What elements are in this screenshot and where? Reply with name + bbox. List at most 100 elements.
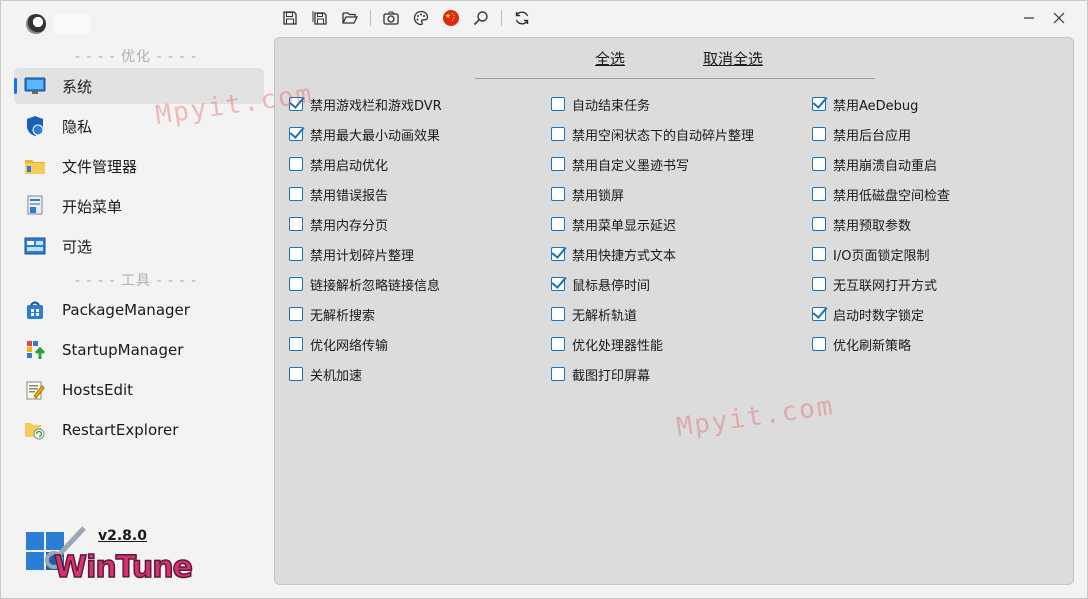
option-item[interactable]: 禁用崩溃自动重启 bbox=[812, 154, 937, 174]
option-checkbox[interactable] bbox=[289, 127, 303, 141]
option-item[interactable]: 禁用计划碎片整理 bbox=[289, 244, 414, 264]
restart-explorer-icon bbox=[24, 419, 46, 441]
option-checkbox[interactable] bbox=[551, 247, 565, 261]
screenshot-button[interactable] bbox=[379, 6, 403, 30]
option-item[interactable]: 链接解析忽略链接信息 bbox=[289, 274, 440, 294]
option-item[interactable]: 禁用内存分页 bbox=[289, 214, 388, 234]
option-label: 截图打印屏幕 bbox=[572, 368, 651, 384]
theme-button[interactable] bbox=[409, 6, 433, 30]
search-icon bbox=[473, 11, 488, 26]
option-checkbox[interactable] bbox=[289, 97, 303, 111]
close-button[interactable] bbox=[1044, 6, 1074, 30]
option-checkbox[interactable] bbox=[812, 277, 826, 291]
option-label: 无互联网打开方式 bbox=[833, 278, 938, 294]
option-checkbox[interactable] bbox=[812, 157, 826, 171]
option-item[interactable]: 禁用菜单显示延迟 bbox=[551, 214, 676, 234]
toolbar-separator bbox=[370, 10, 371, 26]
deselect-all-link[interactable]: 取消全选 bbox=[703, 48, 763, 69]
option-checkbox[interactable] bbox=[812, 127, 826, 141]
option-item[interactable]: 优化网络传输 bbox=[289, 334, 388, 354]
option-item[interactable]: 无解析轨道 bbox=[551, 304, 637, 324]
option-checkbox[interactable] bbox=[551, 307, 565, 321]
language-button[interactable] bbox=[439, 6, 463, 30]
camera-icon bbox=[383, 11, 399, 25]
option-checkbox[interactable] bbox=[551, 187, 565, 201]
option-label: 禁用最大最小动画效果 bbox=[310, 128, 441, 144]
search-button[interactable] bbox=[469, 6, 493, 30]
option-checkbox[interactable] bbox=[551, 367, 565, 381]
minimize-button[interactable] bbox=[1014, 6, 1044, 30]
sidebar-item-optional[interactable]: 可选 bbox=[14, 228, 264, 264]
option-item[interactable]: 禁用后台应用 bbox=[812, 124, 911, 144]
option-item[interactable]: 禁用AeDebug bbox=[812, 94, 918, 114]
select-all-link[interactable]: 全选 bbox=[595, 48, 625, 69]
option-item[interactable]: 优化处理器性能 bbox=[551, 334, 663, 354]
option-checkbox[interactable] bbox=[551, 157, 565, 171]
sidebar-item-system[interactable]: 系统 bbox=[14, 68, 264, 104]
option-checkbox[interactable] bbox=[289, 337, 303, 351]
option-item[interactable]: 截图打印屏幕 bbox=[551, 364, 650, 384]
option-label: 禁用菜单显示延迟 bbox=[572, 218, 677, 234]
option-label: 优化网络传输 bbox=[310, 338, 389, 354]
option-item[interactable]: 鼠标悬停时间 bbox=[551, 274, 650, 294]
option-label: 禁用自定义墨迹书写 bbox=[572, 158, 690, 174]
sidebar-item-privacy[interactable]: 隐私 bbox=[14, 108, 264, 144]
option-item[interactable]: 禁用最大最小动画效果 bbox=[289, 124, 440, 144]
package-icon bbox=[24, 299, 46, 321]
option-checkbox[interactable] bbox=[289, 367, 303, 381]
option-checkbox[interactable] bbox=[289, 157, 303, 171]
option-item[interactable]: 关机加速 bbox=[289, 364, 362, 384]
option-item[interactable]: 禁用低磁盘空间检查 bbox=[812, 184, 950, 204]
option-checkbox[interactable] bbox=[289, 277, 303, 291]
refresh-button[interactable] bbox=[510, 6, 534, 30]
option-checkbox[interactable] bbox=[812, 97, 826, 111]
option-item[interactable]: 无解析搜索 bbox=[289, 304, 375, 324]
option-label: 禁用快捷方式文本 bbox=[572, 248, 677, 264]
option-item[interactable]: 禁用预取参数 bbox=[812, 214, 911, 234]
panel-actions: 全选 取消全选 bbox=[275, 48, 1073, 68]
option-checkbox[interactable] bbox=[289, 187, 303, 201]
option-label: 鼠标悬停时间 bbox=[572, 278, 651, 294]
option-item[interactable]: 无互联网打开方式 bbox=[812, 274, 937, 294]
option-item[interactable]: 禁用空闲状态下的自动碎片整理 bbox=[551, 124, 754, 144]
open-folder-button[interactable] bbox=[338, 6, 362, 30]
option-item[interactable]: 启动时数字锁定 bbox=[812, 304, 924, 324]
option-item[interactable]: 禁用自定义墨迹书写 bbox=[551, 154, 689, 174]
option-checkbox[interactable] bbox=[812, 247, 826, 261]
sidebar-item-file-manager[interactable]: 文件管理器 bbox=[14, 148, 264, 184]
option-checkbox[interactable] bbox=[551, 277, 565, 291]
option-item[interactable]: 禁用游戏栏和游戏DVR bbox=[289, 94, 442, 114]
option-label: 无解析轨道 bbox=[572, 308, 638, 324]
option-item[interactable]: 自动结束任务 bbox=[551, 94, 650, 114]
option-item[interactable]: 禁用错误报告 bbox=[289, 184, 388, 204]
sidebar-item-label: HostsEdit bbox=[62, 381, 134, 399]
save-button[interactable] bbox=[278, 6, 302, 30]
option-checkbox[interactable] bbox=[551, 127, 565, 141]
option-checkbox[interactable] bbox=[812, 187, 826, 201]
option-checkbox[interactable] bbox=[551, 217, 565, 231]
sidebar-item-startup-manager[interactable]: StartupManager bbox=[14, 332, 264, 368]
sidebar-item-label: 隐私 bbox=[62, 117, 93, 136]
version-label[interactable]: v2.8.0 bbox=[98, 528, 147, 544]
option-item[interactable]: I/O页面锁定限制 bbox=[812, 244, 929, 264]
sidebar-item-restart-explorer[interactable]: RestartExplorer bbox=[14, 412, 264, 448]
option-label: 禁用空闲状态下的自动碎片整理 bbox=[572, 128, 755, 144]
option-checkbox[interactable] bbox=[812, 307, 826, 321]
sidebar-item-start-menu[interactable]: 开始菜单 bbox=[14, 188, 264, 224]
option-checkbox[interactable] bbox=[289, 247, 303, 261]
option-checkbox[interactable] bbox=[812, 217, 826, 231]
sidebar-item-package-manager[interactable]: PackageManager bbox=[14, 292, 264, 328]
sidebar-item-hosts-edit[interactable]: HostsEdit bbox=[14, 372, 264, 408]
sidebar: - - - - 优化 - - - - 系统 隐私 文件管理器 开始菜单 可选 -… bbox=[0, 0, 272, 599]
option-item[interactable]: 禁用快捷方式文本 bbox=[551, 244, 676, 264]
option-item[interactable]: 优化刷新策略 bbox=[812, 334, 911, 354]
option-checkbox[interactable] bbox=[551, 97, 565, 111]
china-flag-icon bbox=[443, 10, 459, 26]
save-all-button[interactable] bbox=[308, 6, 332, 30]
option-checkbox[interactable] bbox=[289, 307, 303, 321]
option-item[interactable]: 禁用锁屏 bbox=[551, 184, 624, 204]
option-item[interactable]: 禁用启动优化 bbox=[289, 154, 388, 174]
option-checkbox[interactable] bbox=[812, 337, 826, 351]
option-checkbox[interactable] bbox=[551, 337, 565, 351]
option-checkbox[interactable] bbox=[289, 217, 303, 231]
